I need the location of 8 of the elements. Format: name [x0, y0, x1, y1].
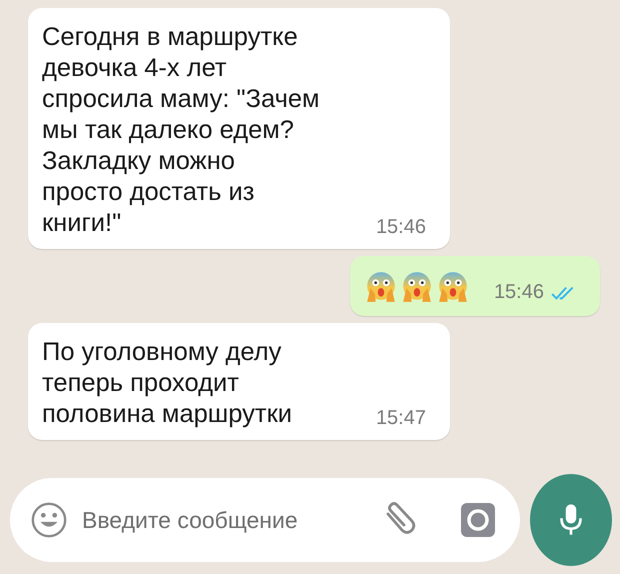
camera-icon[interactable] — [460, 502, 496, 538]
message-input-field[interactable]: Введите сообщение — [80, 506, 380, 534]
message-time: 15:46 — [376, 216, 426, 239]
message-text: Сегодня в маршрутке девочка 4-х лет спросила маму: "Зачем мы так далеко едем? Закладку можно просто достать из книги!" — [42, 22, 320, 239]
message-text: По уголовному делу теперь проходит половина маршрутки — [42, 337, 292, 430]
message-time: 15:47 — [376, 407, 426, 430]
message-time: 15:46 — [494, 281, 544, 304]
smiley-icon[interactable] — [30, 501, 68, 539]
